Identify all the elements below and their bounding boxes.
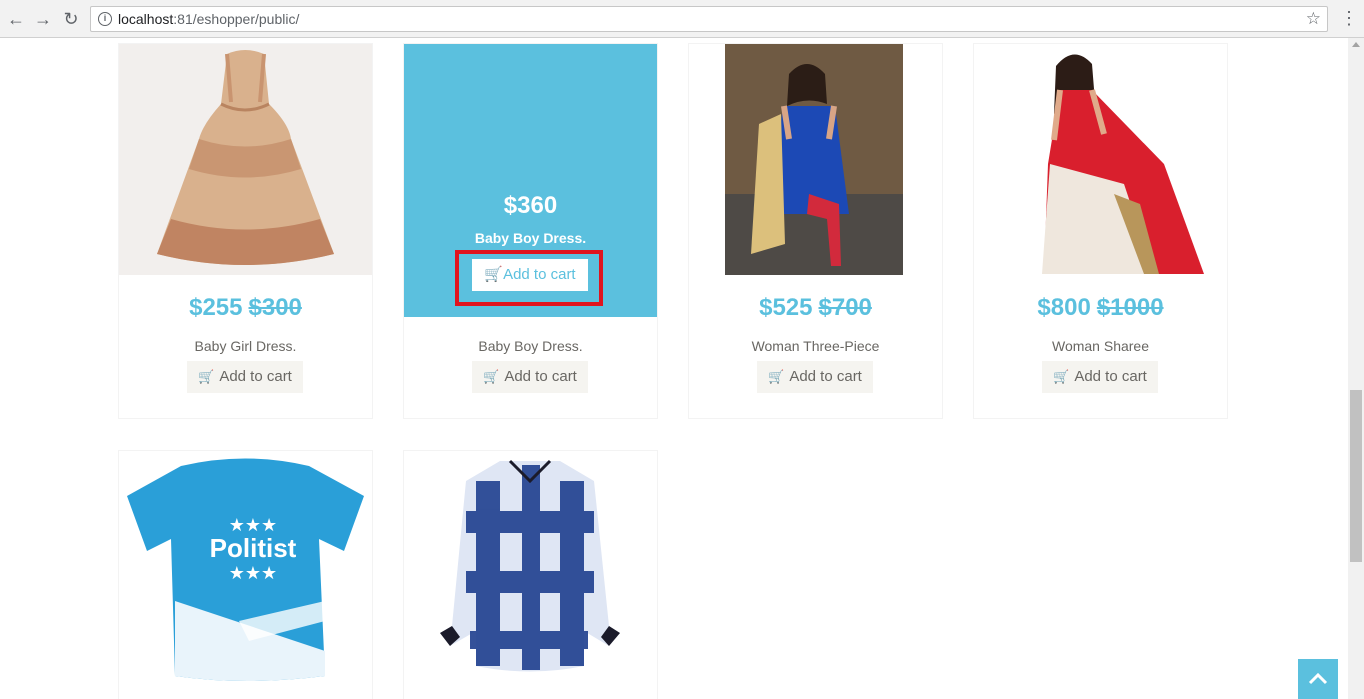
overlay-product-name: Baby Boy Dress. [474, 230, 587, 246]
overlay-price: $360 [503, 192, 558, 219]
product-price: $800 $1000 [1037, 294, 1164, 321]
scroll-up-arrow-icon[interactable] [1352, 42, 1360, 47]
scroll-to-top-button[interactable] [1298, 659, 1338, 699]
product-name: Baby Girl Dress. [194, 338, 297, 354]
browser-menu-icon[interactable]: ⋮ [1340, 8, 1358, 28]
url-text[interactable]: localhost:81/eshopper/public/ [118, 11, 299, 27]
product-card: $255 $300 Baby Girl Dress. 🛒 Add to cart [118, 43, 373, 419]
add-to-cart-button[interactable]: 🛒 Add to cart [187, 361, 303, 393]
product-name: Woman Sharee [1051, 338, 1149, 354]
product-name: Woman Three-Piece [751, 338, 880, 354]
highlight-box [455, 250, 603, 306]
browser-toolbar: ← → ↻ i localhost:81/eshopper/public/ ☆ … [0, 0, 1364, 38]
product-card: $525 $700 Woman Three-Piece 🛒 Add to cart [688, 43, 943, 419]
page-scrollbar[interactable] [1348, 38, 1364, 699]
cart-icon: 🛒 [1053, 369, 1070, 384]
product-card [403, 450, 658, 699]
add-to-cart-button[interactable]: 🛒 Add to cart [1042, 361, 1158, 393]
product-image-baby-girl-dress[interactable] [119, 44, 372, 275]
svg-text:★★★: ★★★ [229, 515, 277, 535]
reload-icon[interactable]: ↻ [60, 8, 82, 30]
t-shirt-print-text: Politist [210, 533, 297, 563]
svg-text:★★★: ★★★ [229, 563, 277, 583]
info-icon[interactable]: i [98, 12, 112, 26]
bookmark-star-icon[interactable]: ☆ [1306, 9, 1321, 29]
cart-icon: 🛒 [768, 369, 785, 384]
add-to-cart-button[interactable]: 🛒 Add to cart [472, 361, 588, 393]
product-price: $255 $300 [189, 294, 302, 321]
product-image-woman-three-piece[interactable] [689, 44, 942, 275]
product-image-t-shirt[interactable]: Politist ★★★ ★★★ [119, 451, 372, 691]
page-content: $255$300 Baby Girl Dress. 🛒Add to cart $… [0, 38, 1348, 699]
forward-arrow-icon[interactable]: → [32, 8, 54, 30]
product-image-plaid-shirt[interactable] [404, 451, 657, 691]
product-name: Baby Boy Dress. [478, 338, 583, 354]
product-card: $800 $1000 Woman Sharee 🛒 Add to cart [973, 43, 1228, 419]
scrollbar-thumb[interactable] [1350, 390, 1362, 562]
add-to-cart-button[interactable]: 🛒 Add to cart [757, 361, 873, 393]
product-card: Politist ★★★ ★★★ [118, 450, 373, 699]
cart-icon: 🛒 [198, 369, 215, 384]
chevron-up-icon [1308, 672, 1328, 685]
address-bar[interactable]: i localhost:81/eshopper/public/ ☆ [90, 6, 1328, 32]
product-image-woman-sharee[interactable] [974, 44, 1227, 275]
back-arrow-icon[interactable]: ← [5, 8, 27, 30]
cart-icon: 🛒 [483, 369, 500, 384]
product-price: $525 $700 [759, 294, 872, 321]
